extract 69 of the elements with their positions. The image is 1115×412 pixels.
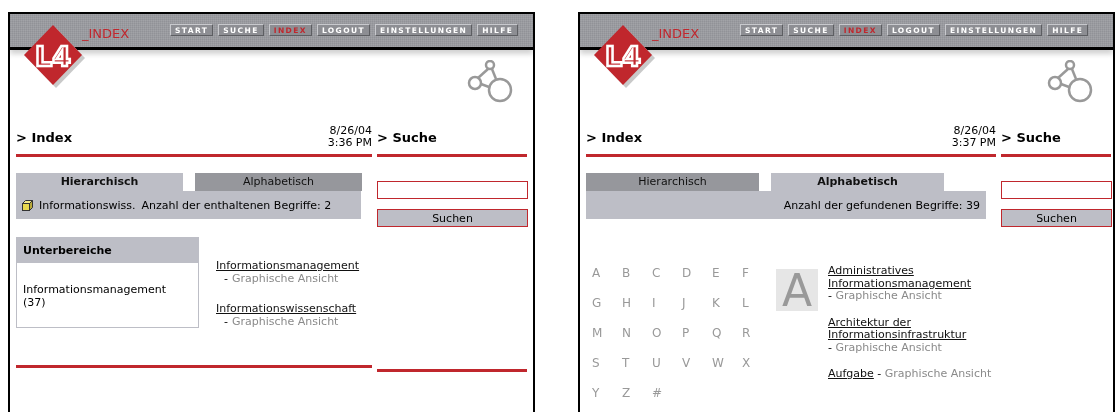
- letter-link[interactable]: I: [646, 296, 676, 326]
- cube-icon: [22, 199, 33, 211]
- network-icon: [1047, 60, 1093, 104]
- tab[interactable]: Hierarchisch: [16, 173, 183, 191]
- letter-link[interactable]: Q: [706, 326, 736, 356]
- search-title: > Suche: [1001, 129, 1061, 145]
- letter-link[interactable]: #: [646, 386, 676, 412]
- dash-text: -: [828, 289, 832, 302]
- letter-link[interactable]: R: [736, 326, 766, 356]
- subareas-header: Unterbereiche: [17, 238, 198, 263]
- term-link[interactable]: Administratives Informationsmanagement: [828, 265, 996, 290]
- brand-title: _INDEX: [652, 26, 701, 41]
- letter-link[interactable]: U: [646, 356, 676, 386]
- letter-link[interactable]: T: [616, 356, 646, 386]
- time-text: 3:37 PM: [951, 137, 996, 149]
- letter-link[interactable]: F: [736, 266, 766, 296]
- letter-link[interactable]: D: [676, 266, 706, 296]
- dash-text: -: [224, 315, 228, 328]
- network-icon: [467, 60, 513, 104]
- dash-text: -: [828, 340, 832, 354]
- letter-link[interactable]: W: [706, 356, 736, 386]
- dash-text: -: [224, 272, 228, 285]
- search-field[interactable]: [1001, 181, 1112, 199]
- letter-link[interactable]: A: [586, 266, 616, 296]
- dash-text: -: [877, 367, 882, 380]
- graphic-view-link[interactable]: Graphische Ansicht: [835, 340, 942, 354]
- term-link[interactable]: Architektur der Informationsinfrastruktur: [828, 316, 996, 342]
- term-link[interactable]: Aufgabe: [828, 368, 874, 381]
- page-title: > Index: [16, 129, 73, 145]
- brand-title: _INDEX: [82, 26, 131, 41]
- date-text: 8/26/04: [953, 125, 996, 137]
- letter-link[interactable]: Y: [586, 386, 616, 412]
- graphic-view-link[interactable]: Graphische Ansicht: [232, 315, 339, 328]
- time-text: 3:36 PM: [327, 137, 372, 149]
- count-text: Anzahl der enthaltenen Begriffe: 2: [141, 198, 332, 212]
- letter-link[interactable]: Z: [616, 386, 646, 412]
- letter-link[interactable]: L: [736, 296, 766, 326]
- letter-link[interactable]: H: [616, 296, 646, 326]
- letter-link[interactable]: S: [586, 356, 616, 386]
- letter-link[interactable]: O: [646, 326, 676, 356]
- letter-link[interactable]: K: [706, 296, 736, 326]
- page-title: > Index: [586, 129, 643, 145]
- letter-link[interactable]: V: [676, 356, 706, 386]
- letter-link[interactable]: X: [736, 356, 766, 386]
- letter-link[interactable]: E: [706, 266, 736, 296]
- letter-link[interactable]: P: [676, 326, 706, 356]
- count-text: Anzahl der gefundenen Begriffe: 39: [783, 198, 980, 212]
- letter-link[interactable]: G: [586, 296, 616, 326]
- tab[interactable]: Alphabetisch: [771, 173, 944, 191]
- tab[interactable]: Alphabetisch: [195, 173, 362, 191]
- term-link[interactable]: Informationswissenschaft: [216, 302, 360, 315]
- subarea-link[interactable]: Informationsmanagement (37): [17, 263, 198, 309]
- term-link[interactable]: Informationsmanagement: [216, 259, 360, 272]
- graphic-view-link[interactable]: Graphische Ansicht: [232, 272, 339, 285]
- search-button[interactable]: Suchen: [1001, 209, 1112, 227]
- search-button[interactable]: Suchen: [377, 209, 528, 227]
- letter-link[interactable]: B: [616, 266, 646, 296]
- graphic-view-link[interactable]: Graphische Ansicht: [835, 289, 942, 302]
- letter-link[interactable]: N: [616, 326, 646, 356]
- search-field[interactable]: [377, 181, 528, 199]
- search-title: > Suche: [377, 129, 437, 145]
- path-text: Informationswiss.: [39, 198, 136, 212]
- current-letter: A: [776, 269, 818, 311]
- date-text: 8/26/04: [329, 125, 372, 137]
- letter-link[interactable]: C: [646, 266, 676, 296]
- letter-link[interactable]: M: [586, 326, 616, 356]
- letter-link[interactable]: J: [676, 296, 706, 326]
- graphic-view-link[interactable]: Graphische Ansicht: [884, 367, 992, 380]
- tab[interactable]: Hierarchisch: [586, 173, 759, 191]
